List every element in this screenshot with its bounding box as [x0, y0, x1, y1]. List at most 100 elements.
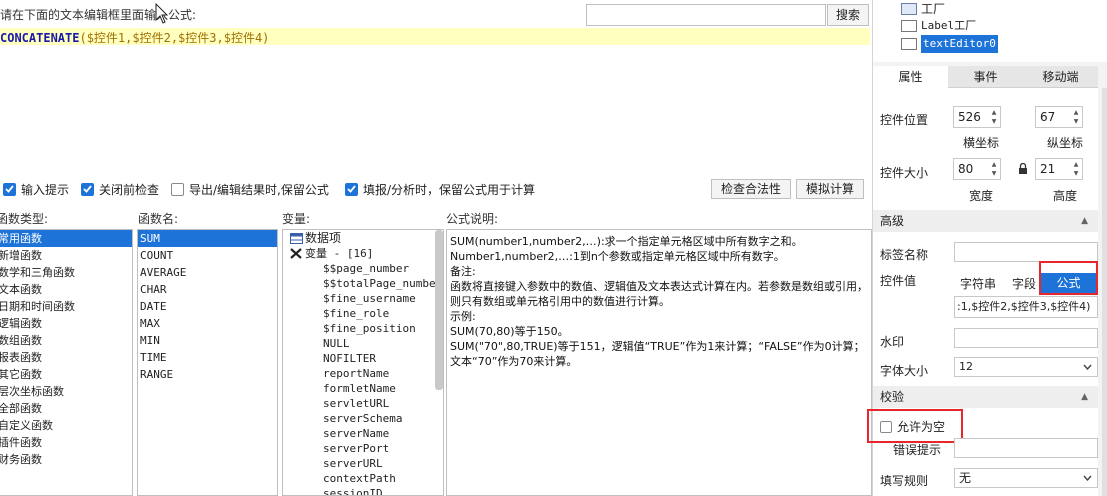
variable-title: 变量: — [282, 212, 311, 226]
height-input[interactable]: 21 ▲ ▼ — [1035, 158, 1083, 180]
input-hint-checkbox[interactable] — [3, 182, 16, 196]
variable-scrollbar[interactable] — [435, 230, 443, 390]
export-keep-formula-label: 导出/编辑结果时,保留公式 — [189, 182, 329, 197]
y-label: 纵坐标 — [1047, 136, 1084, 150]
list-item[interactable]: MAX — [138, 315, 277, 332]
function-name-list: SUM COUNT AVERAGE CHAR DATE MAX MIN TIME… — [137, 229, 278, 496]
input-hint-option[interactable]: 输入提示 — [3, 181, 69, 197]
font-size-select[interactable]: 12 — [954, 357, 1098, 377]
value-type-formula-button[interactable]: 公式 — [1041, 273, 1096, 293]
spinner-arrows-icon[interactable]: ▲ ▼ — [989, 160, 999, 178]
fill-keep-formula-checkbox[interactable] — [345, 182, 358, 196]
width-input[interactable]: 80 ▲ ▼ — [953, 158, 1001, 180]
list-item[interactable]: TIME — [138, 349, 277, 366]
value-type-string[interactable]: 字符串 — [960, 275, 996, 292]
list-item[interactable]: CHAR — [138, 281, 277, 298]
fill-rule-label: 填写规则 — [880, 474, 929, 488]
fill-rule-select[interactable]: 无 — [954, 468, 1098, 488]
value-type-field[interactable]: 字段 — [1012, 275, 1036, 292]
list-item[interactable]: $$page_number — [283, 261, 443, 276]
search-button[interactable]: 搜索 — [827, 4, 869, 26]
chevron-down-icon — [1083, 475, 1092, 481]
tab-mobile[interactable]: 移动端 — [1023, 66, 1098, 88]
tree-item-label: 工厂 — [921, 2, 946, 16]
formula-desc-title: 公式说明: — [446, 212, 499, 226]
list-item[interactable]: contextPath — [283, 471, 443, 486]
list-item[interactable]: serverURL — [283, 456, 443, 471]
list-item[interactable]: 报表函数 — [0, 349, 132, 366]
list-item[interactable]: 财务函数 — [0, 451, 132, 468]
tree-item-label: Label工厂 — [921, 19, 977, 32]
control-value-formula-input[interactable]: :1,$控件2,$控件3,$控件4) — [954, 296, 1098, 318]
tree-node-variable-group[interactable]: 变量 - [16] — [283, 246, 443, 261]
watermark-input[interactable] — [954, 328, 1098, 348]
advanced-title: 高级 — [880, 214, 905, 228]
tab-events[interactable]: 事件 — [948, 66, 1023, 88]
list-item[interactable]: 全部函数 — [0, 400, 132, 417]
desc-line: SUM(number1,number2,…):求一个指定单元格区域中所有数字之和… — [450, 235, 803, 248]
list-item[interactable]: $$totalPage_number — [283, 276, 443, 291]
list-item[interactable]: 其它函数 — [0, 366, 132, 383]
list-item[interactable]: DATE — [138, 298, 277, 315]
list-item[interactable]: 常用函数 — [0, 230, 132, 247]
list-item[interactable]: 日期和时间函数 — [0, 298, 132, 315]
property-panel: 工厂 Label工厂 textEditor0 属性 事件 移动端 控件位置 52… — [867, 0, 1107, 496]
export-keep-formula-checkbox[interactable] — [171, 182, 184, 196]
list-item[interactable]: 数学和三角函数 — [0, 264, 132, 281]
list-item[interactable]: sessionID — [283, 486, 443, 495]
list-item[interactable]: serverPort — [283, 441, 443, 456]
tree-item-texteditor[interactable]: textEditor0 — [901, 35, 998, 53]
check-before-close-option[interactable]: 关闭前检查 — [81, 181, 159, 197]
lock-icon[interactable] — [1018, 163, 1028, 175]
list-item[interactable]: 数组函数 — [0, 332, 132, 349]
allow-empty-checkbox[interactable] — [880, 420, 892, 433]
list-item[interactable]: RANGE — [138, 366, 277, 383]
error-hint-input[interactable] — [954, 438, 1098, 458]
list-item[interactable]: servletURL — [283, 396, 443, 411]
list-item[interactable]: formletName — [283, 381, 443, 396]
function-name-title: 函数名: — [138, 212, 179, 226]
spinner-arrows-icon[interactable]: ▲ ▼ — [1071, 108, 1081, 126]
fill-keep-formula-option[interactable]: 填报/分析时，保留公式用于计算 — [345, 181, 535, 197]
list-item[interactable]: serverSchema — [283, 411, 443, 426]
list-item[interactable]: 逻辑函数 — [0, 315, 132, 332]
list-item[interactable]: AVERAGE — [138, 264, 277, 281]
spinner-arrows-icon[interactable]: ▲ ▼ — [989, 108, 999, 126]
list-item[interactable]: 插件函数 — [0, 434, 132, 451]
check-icon — [347, 185, 356, 193]
tree-item-label-factory[interactable]: Label工厂 — [901, 17, 976, 35]
list-item[interactable]: COUNT — [138, 247, 277, 264]
pos-x-input[interactable]: 526 ▲ ▼ — [953, 106, 1001, 128]
desc-line: 备注: — [450, 265, 476, 278]
check-validity-button[interactable]: 检查合法性 — [711, 179, 791, 199]
list-item[interactable]: 文本函数 — [0, 281, 132, 298]
list-item[interactable]: reportName — [283, 366, 443, 381]
list-item[interactable]: 新增函数 — [0, 247, 132, 264]
tree-node-data-item[interactable]: 数据项 — [283, 231, 443, 246]
panel-scrollbar[interactable] — [1102, 88, 1107, 496]
tag-name-input[interactable] — [954, 242, 1098, 262]
validation-section-header[interactable]: 校验 ▲ — [873, 386, 1098, 408]
list-item[interactable]: NULL — [283, 336, 443, 351]
list-item[interactable]: MIN — [138, 332, 277, 349]
list-item[interactable]: $fine_username — [283, 291, 443, 306]
list-item[interactable]: SUM — [138, 230, 277, 247]
list-item[interactable]: serverName — [283, 426, 443, 441]
tree-item-factory[interactable]: 工厂 — [901, 0, 945, 18]
fill-rule-value: 无 — [959, 471, 972, 485]
list-item[interactable]: 自定义函数 — [0, 417, 132, 434]
list-item[interactable]: $fine_role — [283, 306, 443, 321]
function-search-input[interactable] — [586, 4, 826, 26]
spinner-arrows-icon[interactable]: ▲ ▼ — [1071, 160, 1081, 178]
advanced-section-header[interactable]: 高级 ▲ — [873, 210, 1098, 232]
allow-empty-label: 允许为空 — [897, 420, 946, 434]
pos-y-input[interactable]: 67 ▲ ▼ — [1035, 106, 1083, 128]
list-item[interactable]: 层次坐标函数 — [0, 383, 132, 400]
export-keep-formula-option[interactable]: 导出/编辑结果时,保留公式 — [171, 181, 329, 197]
check-before-close-checkbox[interactable] — [81, 182, 94, 196]
list-item[interactable]: $fine_position — [283, 321, 443, 336]
allow-empty-option[interactable]: 允许为空 — [880, 418, 945, 435]
tab-properties[interactable]: 属性 — [873, 66, 948, 88]
simulate-calc-button[interactable]: 模拟计算 — [796, 179, 864, 199]
list-item[interactable]: NOFILTER — [283, 351, 443, 366]
